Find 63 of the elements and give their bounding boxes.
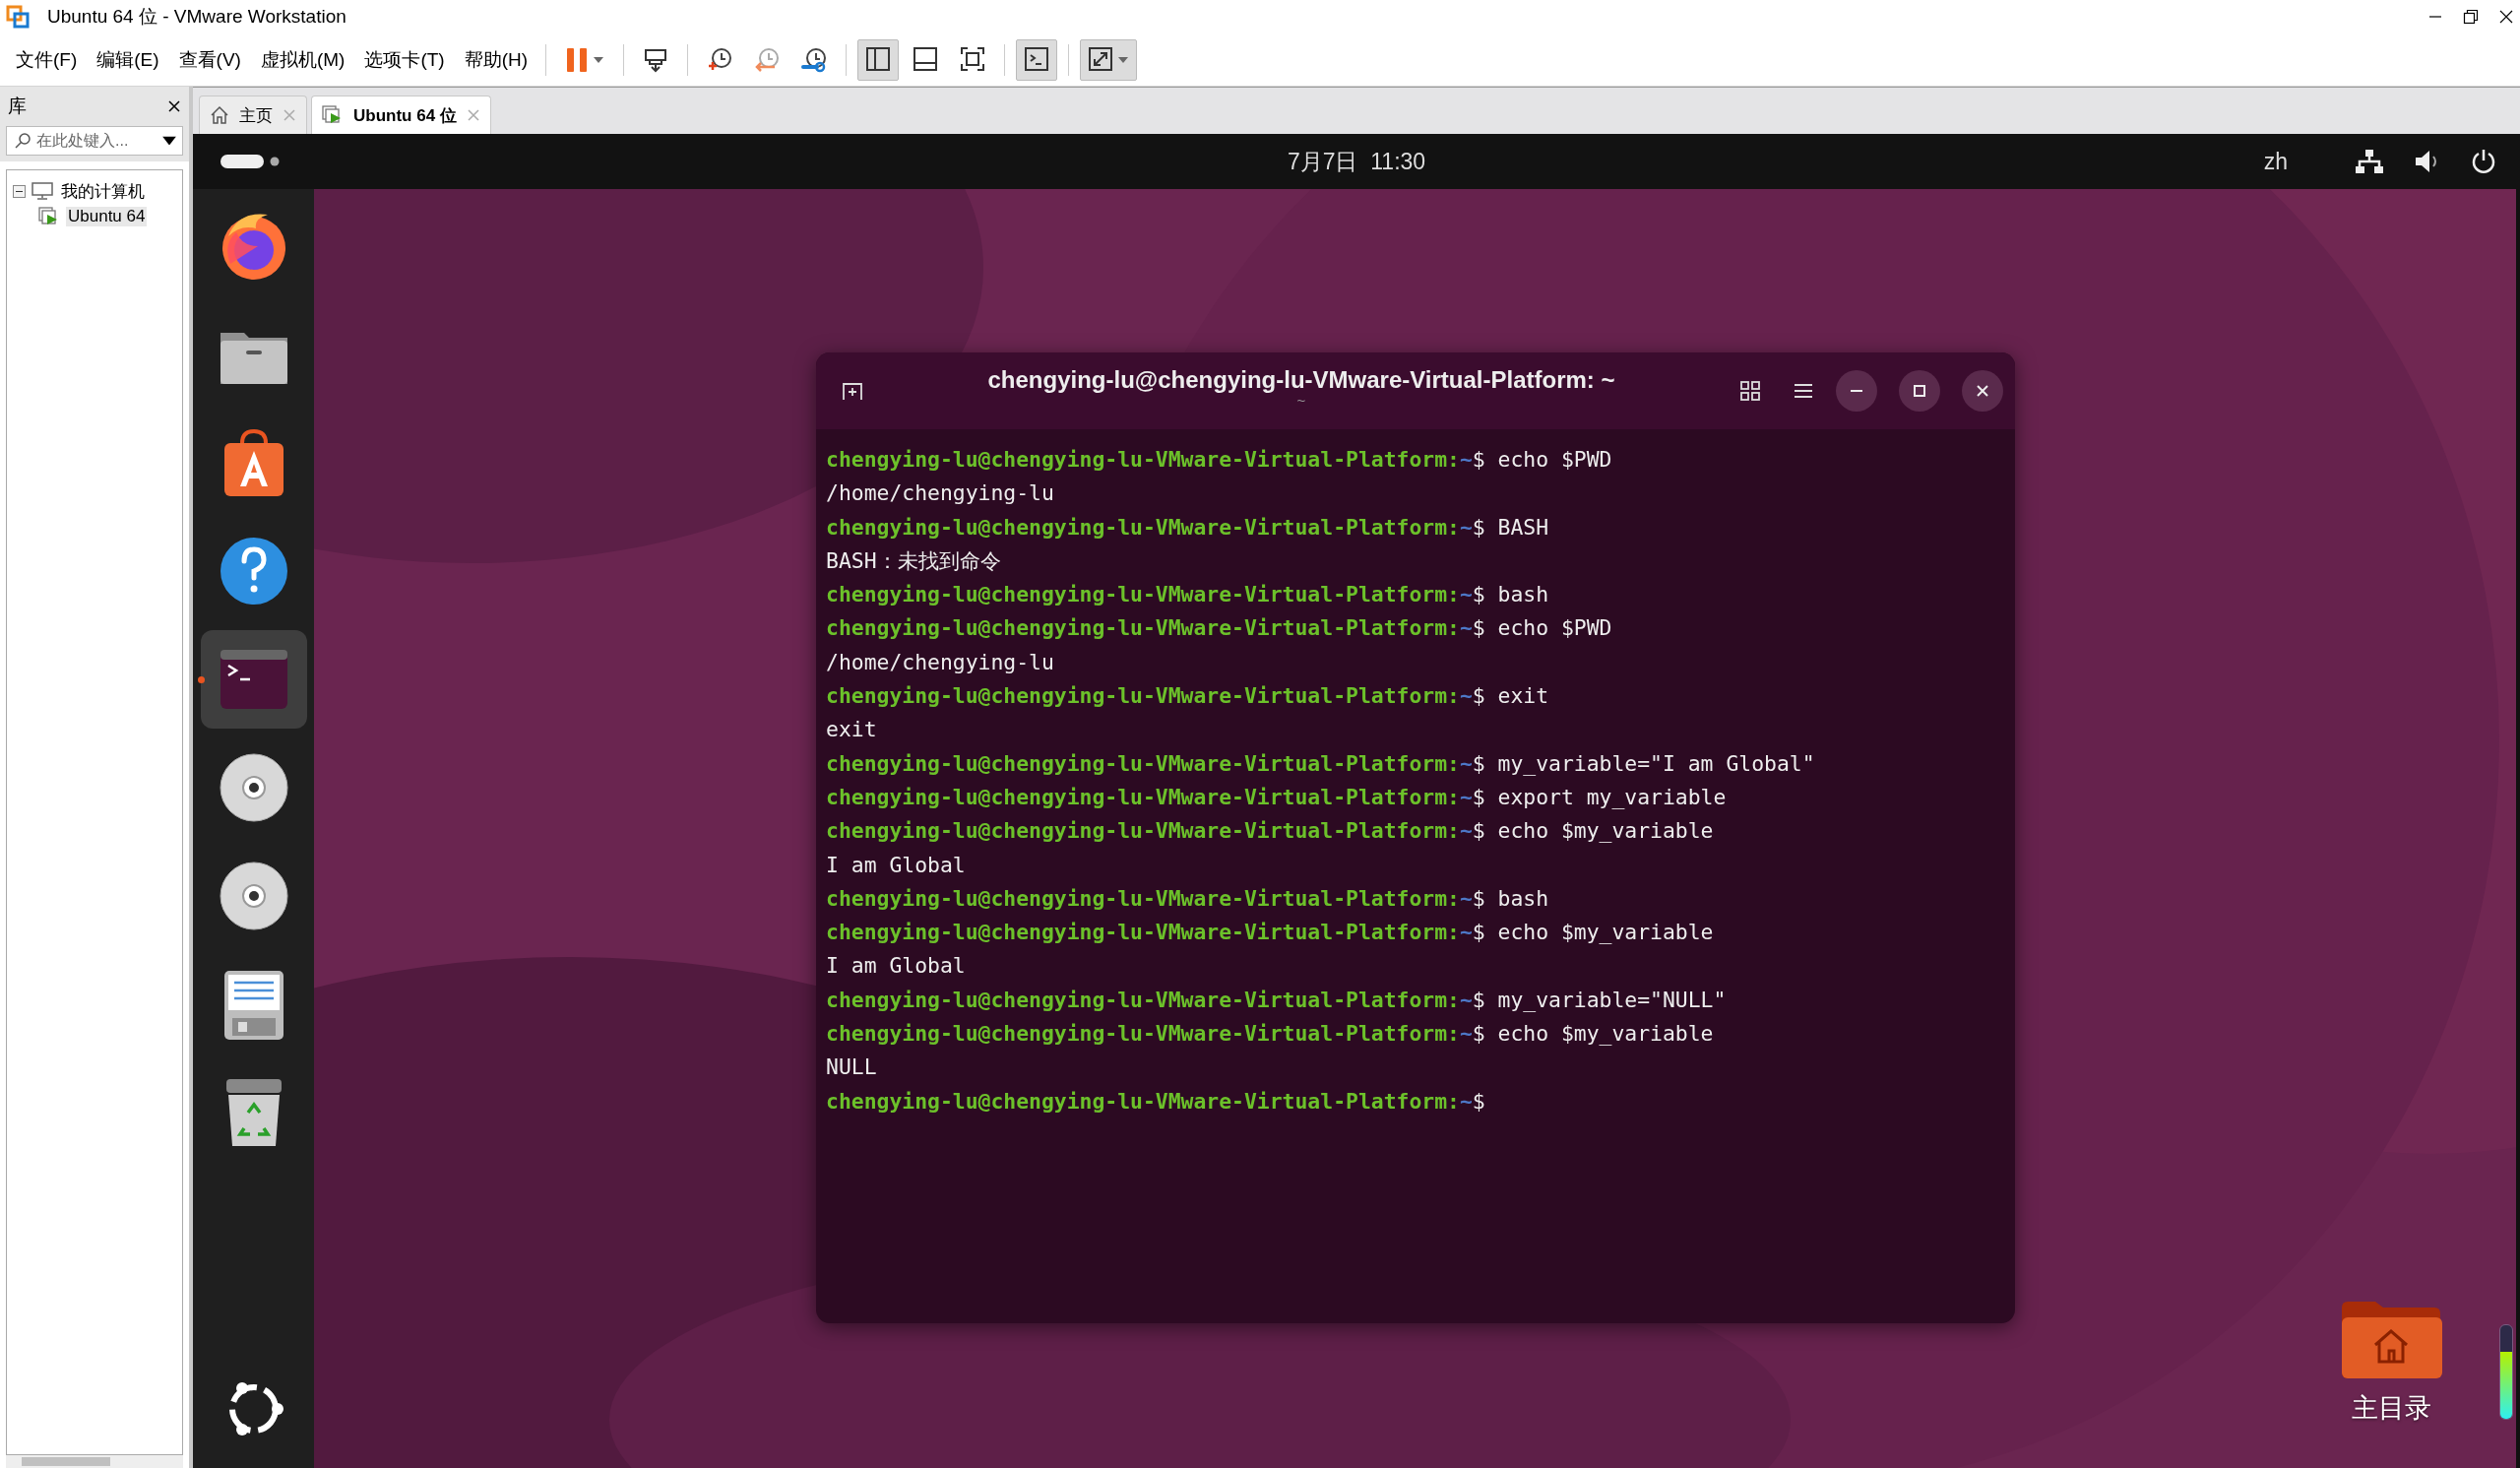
- close-icon[interactable]: [2498, 9, 2514, 25]
- prompt-line: chengying-lu@chengying-lu-VMware-Virtual-Platform:~$ my_variable="I am Global": [826, 749, 1815, 778]
- clock[interactable]: 7月7日 11:30: [1287, 146, 1426, 177]
- collapse-icon[interactable]: [13, 184, 26, 198]
- menu-item[interactable]: 虚拟机(M): [250, 46, 355, 73]
- menu-item[interactable]: 编辑(E): [87, 46, 169, 73]
- output-line: I am Global: [826, 851, 966, 879]
- window-title: Ubuntu 64 位 - VMware Workstation: [47, 5, 347, 29]
- menu-item[interactable]: 选项卡(T): [354, 46, 455, 73]
- window-subtitle: ~: [1296, 394, 1306, 408]
- toolbar-button[interactable]: [1016, 38, 1058, 81]
- prompt-line: chengying-lu@chengying-lu-VMware-Virtual-Platform:~$ echo $my_variable: [826, 919, 1714, 947]
- prompt-line: chengying-lu@chengying-lu-VMware-Virtual-Platform:~$ echo $my_variable: [826, 1020, 1714, 1049]
- tree-item[interactable]: 我的计算机: [59, 179, 147, 203]
- tab[interactable]: Ubuntu 64 位: [311, 96, 491, 134]
- output-line: exit: [826, 716, 877, 744]
- home-folder-icon[interactable]: [2340, 1300, 2442, 1380]
- window-title: chengying-lu@chengying-lu-VMware-Virtual-Platform: ~: [987, 366, 1615, 394]
- prompt-line: chengying-lu@chengying-lu-VMware-Virtual-Platform:~$ BASH: [826, 513, 1549, 542]
- toolbar-button[interactable]: [857, 38, 900, 81]
- computer-icon: [32, 182, 53, 200]
- scrollbar[interactable]: [6, 1455, 183, 1468]
- search-icon: [15, 133, 31, 149]
- output-line: BASH：未找到命令: [826, 546, 1001, 575]
- tree-item[interactable]: Ubuntu 64: [66, 207, 148, 226]
- new-tab-icon[interactable]: [842, 380, 863, 402]
- folder-label: 主目录: [2351, 1392, 2431, 1425]
- prompt-line: chengying-lu@chengying-lu-VMware-Virtual-Platform:~$ echo $my_variable: [826, 817, 1714, 846]
- close-icon[interactable]: [167, 99, 181, 113]
- prompt-line: chengying-lu@chengying-lu-VMware-Virtual-Platform:~$ bash: [826, 884, 1549, 913]
- output-line: /home/chengying-lu: [826, 648, 1054, 676]
- close-icon: [1977, 385, 1988, 397]
- menu-item[interactable]: 查看(V): [168, 46, 251, 73]
- home-icon: [210, 105, 229, 125]
- output-line: /home/chengying-lu: [826, 479, 1054, 508]
- prompt-line: chengying-lu@chengying-lu-VMware-Virtual-Platform:~$ bash: [826, 581, 1549, 609]
- panel-title: 库: [8, 95, 27, 118]
- app-logo-icon: [6, 5, 30, 29]
- grid-icon[interactable]: [1739, 380, 1761, 402]
- prompt-line: chengying-lu@chengying-lu-VMware-Virtual-Platform:~$ my_variable="NULL": [826, 986, 1727, 1014]
- prompt-line: chengying-lu@chengying-lu-VMware-Virtual-Platform:~$ exit: [826, 682, 1549, 711]
- toolbar-button[interactable]: [1080, 38, 1138, 81]
- prompt-line: chengying-lu@chengying-lu-VMware-Virtual-Platform:~$ echo $PWD: [826, 446, 1612, 474]
- restore-icon[interactable]: [2463, 9, 2479, 25]
- network-icon[interactable]: [2355, 149, 2384, 174]
- close-button[interactable]: [1962, 370, 2003, 412]
- output-line: NULL: [826, 1053, 877, 1082]
- workspace-indicator-icon[interactable]: [220, 155, 280, 168]
- running-indicator: [197, 676, 205, 683]
- menu-item[interactable]: 文件(F): [6, 46, 88, 73]
- prompt-line: chengying-lu@chengying-lu-VMware-Virtual-Platform:~$: [826, 1087, 1485, 1116]
- maximize-icon: [1914, 385, 1925, 397]
- search-field[interactable]: 在此处键入...: [6, 126, 183, 156]
- prompt-line: chengying-lu@chengying-lu-VMware-Virtual-Platform:~$ echo $PWD: [826, 614, 1612, 643]
- input-method-indicator[interactable]: zh: [2263, 148, 2288, 175]
- tab[interactable]: 主页: [199, 96, 307, 134]
- maximize-button[interactable]: [1899, 370, 1940, 412]
- prompt-line: chengying-lu@chengying-lu-VMware-Virtual-Platform:~$ export my_variable: [826, 783, 1727, 811]
- menu-item[interactable]: 帮助(H): [454, 46, 538, 73]
- power-icon[interactable]: [2471, 149, 2496, 174]
- minimize-icon: [1851, 390, 1862, 392]
- output-line: I am Global: [826, 952, 966, 981]
- dropdown-caret-icon[interactable]: [162, 136, 176, 146]
